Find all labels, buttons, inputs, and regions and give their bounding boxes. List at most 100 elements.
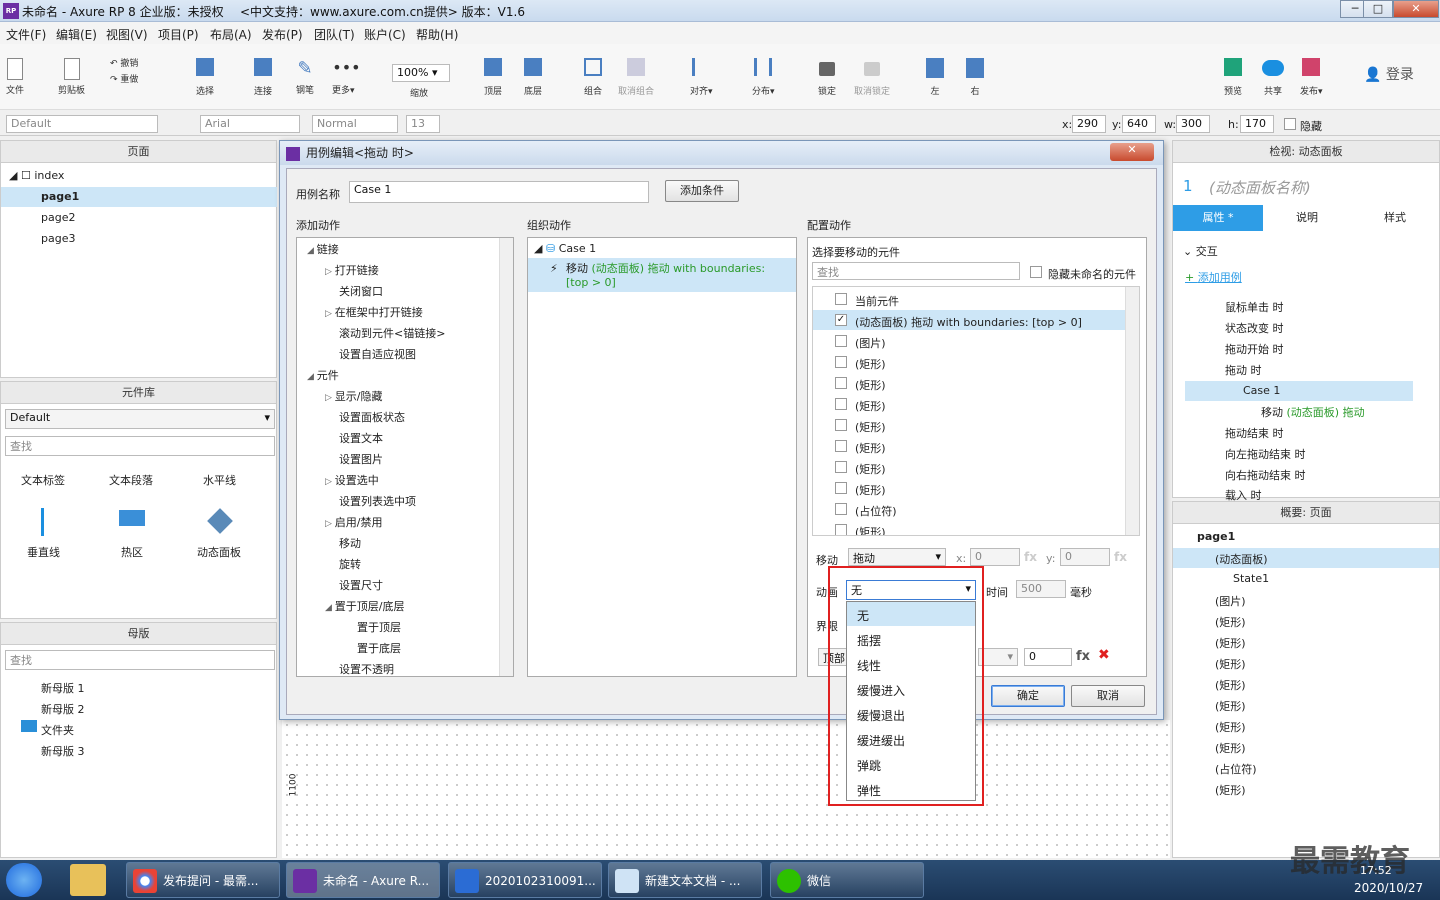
- animation-option[interactable]: 缓慢进入: [847, 677, 975, 701]
- widget-row[interactable]: (矩形): [813, 436, 1125, 456]
- undo-button[interactable]: ↶ 撤销: [110, 56, 138, 69]
- widget-checkbox[interactable]: [835, 356, 847, 368]
- task-axure[interactable]: 未命名 - Axure R...: [286, 862, 440, 898]
- select-button[interactable]: 选择: [196, 58, 214, 97]
- widget-row[interactable]: 当前元件: [813, 289, 1125, 309]
- animation-option[interactable]: 缓进缓出: [847, 727, 975, 751]
- action-item[interactable]: 置于底层: [343, 640, 401, 656]
- widget-row[interactable]: (矩形): [813, 373, 1125, 393]
- library-select[interactable]: Default ▾: [5, 409, 275, 429]
- widget-row[interactable]: ✓ (动态面板) 拖动 with boundaries: [top > 0]: [813, 310, 1125, 330]
- hidden-checkbox[interactable]: [1284, 118, 1296, 130]
- widget-row[interactable]: (矩形): [813, 478, 1125, 498]
- hide-unnamed-checkbox[interactable]: [1030, 266, 1042, 278]
- distribute-button[interactable]: 分布▾: [752, 58, 775, 97]
- explorer-icon[interactable]: [70, 864, 106, 896]
- menu-publish[interactable]: 发布(P): [262, 26, 303, 43]
- widget-checkbox[interactable]: [835, 440, 847, 452]
- master-item-3[interactable]: 新母版 3: [41, 743, 85, 759]
- event-drag-start[interactable]: 拖动开始 时: [1225, 341, 1284, 357]
- action-item[interactable]: 设置尺寸: [325, 577, 383, 593]
- widget-filter-input[interactable]: 查找: [812, 262, 1020, 280]
- action-item[interactable]: ◢ 置于顶层/底层: [325, 598, 405, 614]
- interaction-section[interactable]: ⌄ 交互: [1183, 243, 1218, 259]
- move-select[interactable]: 拖动 ▾: [848, 548, 946, 566]
- animation-option[interactable]: 无: [847, 602, 975, 626]
- outline-page1[interactable]: page1: [1197, 530, 1235, 543]
- start-button[interactable]: [6, 863, 42, 897]
- library-search[interactable]: 查找: [5, 436, 275, 456]
- connect-button[interactable]: 连接: [254, 58, 272, 97]
- task-notepad[interactable]: 新建文本文档 - ...: [608, 862, 762, 898]
- case-name-input[interactable]: Case 1: [349, 181, 649, 203]
- master-folder[interactable]: 文件夹: [41, 722, 74, 738]
- action-item[interactable]: 关闭窗口: [325, 283, 383, 299]
- menu-view[interactable]: 视图(V): [106, 26, 148, 43]
- event-state-change[interactable]: 状态改变 时: [1225, 320, 1284, 336]
- style-select[interactable]: Default: [6, 115, 158, 133]
- font-weight-select[interactable]: Normal: [312, 115, 398, 133]
- menu-team[interactable]: 团队(T): [314, 26, 355, 43]
- move-y-input[interactable]: 0: [1060, 548, 1110, 566]
- widget-vline[interactable]: 垂直线: [27, 544, 60, 560]
- close-button[interactable]: ✕: [1393, 0, 1439, 18]
- left-button[interactable]: 左: [926, 58, 944, 97]
- action-scrollbar[interactable]: [499, 238, 513, 676]
- case-1-item[interactable]: Case 1: [1185, 381, 1413, 401]
- menu-project[interactable]: 项目(P): [158, 26, 199, 43]
- font-size-select[interactable]: 13: [406, 115, 440, 133]
- widget-row[interactable]: (矩形): [813, 457, 1125, 477]
- widget-row[interactable]: (矩形): [813, 415, 1125, 435]
- widget-checkbox[interactable]: [835, 335, 847, 347]
- ok-button[interactable]: 确定: [991, 685, 1065, 707]
- event-drag-end[interactable]: 拖动结束 时: [1225, 425, 1284, 441]
- widget-hotspot[interactable]: 热区: [121, 544, 143, 560]
- outline-rect-4[interactable]: (矩形): [1215, 677, 1246, 693]
- pen-button[interactable]: ✎ 钢笔: [294, 58, 316, 96]
- action-item[interactable]: 置于顶层: [343, 619, 401, 635]
- widget-row[interactable]: (占位符): [813, 499, 1125, 519]
- action-item[interactable]: 设置不透明: [325, 661, 394, 676]
- y-input[interactable]: 640: [1122, 115, 1156, 133]
- widget-checkbox[interactable]: [835, 524, 847, 535]
- action-item[interactable]: ◢ 链接: [307, 241, 339, 257]
- page-item-page2[interactable]: page2: [41, 211, 75, 224]
- dialog-close-button[interactable]: ✕: [1110, 143, 1154, 161]
- event-drag-end-left[interactable]: 向左拖动结束 时: [1225, 446, 1306, 462]
- menu-layout[interactable]: 布局(A): [210, 26, 252, 43]
- widget-dynamic-panel[interactable]: 动态面板: [197, 544, 241, 560]
- widget-checkbox[interactable]: [835, 482, 847, 494]
- widget-row[interactable]: (矩形): [813, 352, 1125, 372]
- x-fx-button[interactable]: fx: [1024, 550, 1037, 564]
- task-word[interactable]: 2020102310091...: [448, 862, 602, 898]
- animation-select[interactable]: 无 ▾: [846, 580, 976, 600]
- lock-button[interactable]: 锁定: [818, 58, 836, 97]
- widget-checkbox[interactable]: [835, 461, 847, 473]
- widget-checkbox[interactable]: [835, 398, 847, 410]
- animation-option[interactable]: 缓慢退出: [847, 702, 975, 726]
- widget-row[interactable]: (矩形): [813, 394, 1125, 414]
- action-item[interactable]: ▷ 打开链接: [325, 262, 379, 278]
- h-input[interactable]: 170: [1240, 115, 1274, 133]
- align-button[interactable]: 对齐▾: [690, 58, 713, 97]
- event-drag[interactable]: 拖动 时: [1225, 362, 1262, 378]
- widget-checkbox[interactable]: [835, 293, 847, 305]
- master-item-1[interactable]: 新母版 1: [41, 680, 85, 696]
- action-item[interactable]: 设置自适应视图: [325, 346, 416, 362]
- w-input[interactable]: 300: [1176, 115, 1210, 133]
- outline-rect-7[interactable]: (矩形): [1215, 740, 1246, 756]
- menu-help[interactable]: 帮助(H): [416, 26, 458, 43]
- send-bottom-button[interactable]: 底层: [524, 58, 542, 97]
- bound-fx-button[interactable]: fx: [1076, 649, 1090, 664]
- outline-placeholder[interactable]: (占位符): [1215, 761, 1257, 777]
- menu-edit[interactable]: 编辑(E): [56, 26, 97, 43]
- action-item[interactable]: ▷ 显示/隐藏: [325, 388, 383, 404]
- action-item[interactable]: ▷ 在框架中打开链接: [325, 304, 423, 320]
- menu-file[interactable]: 文件(F): [6, 26, 46, 43]
- outline-rect-5[interactable]: (矩形): [1215, 698, 1246, 714]
- panel-name-input[interactable]: (动态面板名称): [1209, 177, 1311, 198]
- bound-operator-select[interactable]: ▾: [978, 648, 1018, 666]
- outline-rect-2[interactable]: (矩形): [1215, 635, 1246, 651]
- outline-rect-8[interactable]: (矩形): [1215, 782, 1246, 798]
- outline-rect-1[interactable]: (矩形): [1215, 614, 1246, 630]
